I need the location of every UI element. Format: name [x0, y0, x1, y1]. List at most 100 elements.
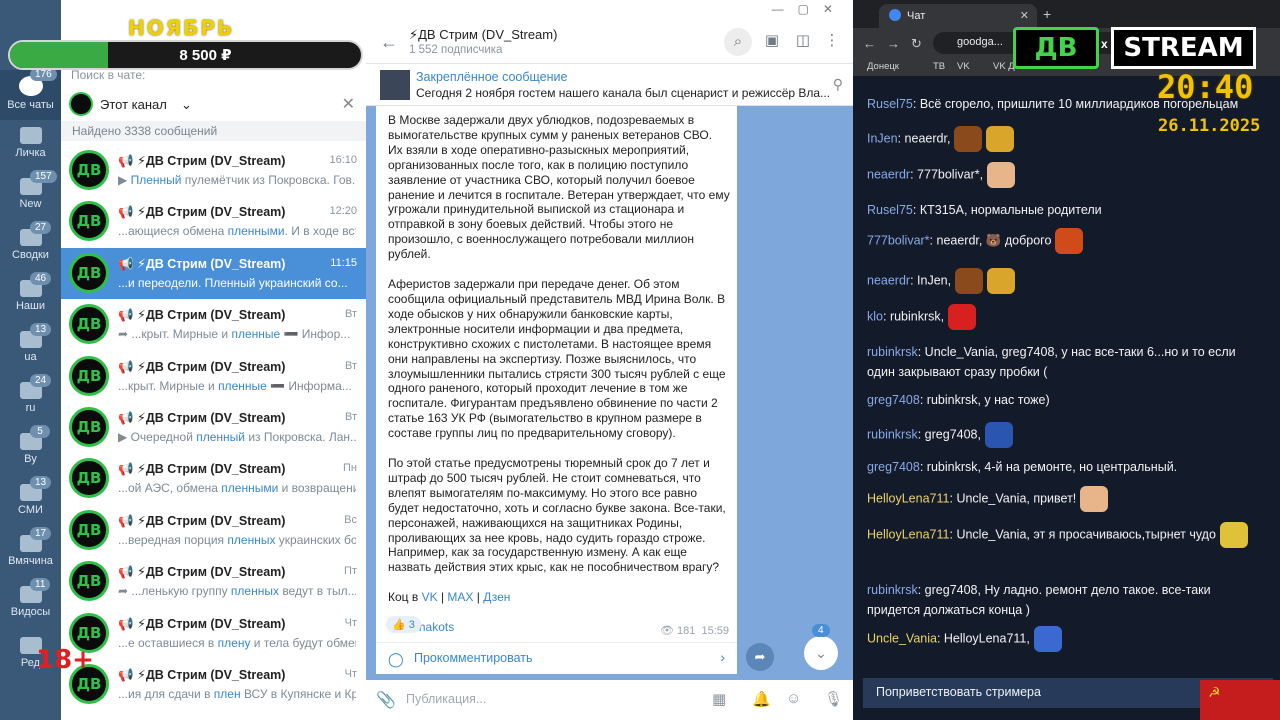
folder-label: New	[19, 198, 42, 210]
sidebar-toggle-icon[interactable]: ◫	[793, 31, 813, 49]
chat-username[interactable]: 777bolivar*	[867, 233, 930, 247]
preview-highlight: пленный	[196, 430, 246, 444]
chat-message: 777bolivar*: neaerdr, 🐻 доброго	[867, 228, 1262, 254]
folder-6[interactable]: 24 ru	[0, 374, 61, 426]
search-result-row[interactable]: ДВ 📢 ⚡ДВ Стрим (DV_Stream) Вс ...вередная п…	[61, 505, 366, 556]
live-stream-icon[interactable]: ▣	[762, 31, 782, 49]
chat-username[interactable]: HelloyLena711	[867, 491, 949, 505]
bell-icon[interactable]: 🔔	[752, 690, 771, 708]
folder-4[interactable]: 46 Наши	[0, 272, 61, 324]
new-tab-icon[interactable]: +	[1043, 6, 1051, 22]
search-result-row[interactable]: ДВ 📢 ⚡ДВ Стрим (DV_Stream) Чт ...е оставшие…	[61, 608, 366, 659]
attach-icon[interactable]: 📎	[376, 690, 396, 710]
pinned-title: Закреплённое сообщение	[416, 70, 568, 84]
chat-username[interactable]: neaerdr	[867, 167, 910, 181]
search-result-row[interactable]: ДВ 📢 ⚡ДВ Стрим (DV_Stream) 16:10 ▶ Пленный …	[61, 145, 366, 196]
chat-username[interactable]: klo	[867, 309, 883, 323]
chat-username[interactable]: greg7408	[867, 393, 920, 407]
views-count: 181	[676, 625, 696, 637]
folder-1[interactable]: Личка	[0, 121, 61, 171]
channel-filter[interactable]: Этот канал ⌄ ✕	[69, 92, 359, 118]
window-controls[interactable]: —▢✕	[772, 2, 847, 16]
logo-x: x	[1101, 37, 1108, 51]
search-result-row[interactable]: ДВ 📢 ⚡ДВ Стрим (DV_Stream) 11:15 ...и перео…	[61, 247, 366, 299]
search-result-row[interactable]: ДВ 📢 ⚡ДВ Стрим (DV_Stream) Пн ...ой АЭС, об…	[61, 453, 366, 504]
forward-icon[interactable]: →	[887, 36, 900, 51]
share-icon[interactable]: ➦	[746, 643, 774, 671]
logo-dv: ДВ	[1013, 27, 1099, 69]
chat-username[interactable]: Uncle_Vania	[867, 631, 937, 645]
stream-clock: 20:40	[1157, 68, 1254, 106]
close-icon[interactable]: ✕	[1020, 9, 1029, 22]
chat-username[interactable]: InJen	[867, 131, 898, 145]
bookmark-3[interactable]: VK Д	[993, 61, 1015, 72]
chat-username[interactable]: Rusel75	[867, 203, 913, 217]
folder-badge: 27	[30, 221, 52, 234]
folder-5[interactable]: 13 ua	[0, 323, 61, 375]
search-result-row[interactable]: ДВ 📢 ⚡ДВ Стрим (DV_Stream) Вт ...крыт. Мирн…	[61, 351, 366, 402]
folder-label: Наши	[15, 300, 46, 312]
preview-text: ...вередная порция	[118, 532, 228, 547]
message-input[interactable]: Публикация...	[406, 692, 486, 706]
result-time: Пн	[343, 462, 357, 475]
preview-text: . И в ходе вст...	[284, 224, 356, 239]
more-menu-icon[interactable]: ⋮	[822, 31, 842, 49]
pinned-message[interactable]: Закреплённое сообщение Сегодня 2 ноября …	[366, 64, 853, 106]
chat-username[interactable]: neaerdr	[867, 273, 910, 287]
chat-search-label[interactable]: Поиск в чате:	[71, 68, 145, 82]
comment-button[interactable]: ◯ Прокомментировать ›	[376, 642, 737, 674]
chat-emote-icon	[1033, 626, 1062, 652]
emoji-icon[interactable]: ☺	[786, 690, 801, 707]
folder-9[interactable]: 17 Вмячина	[0, 527, 61, 579]
folder-10[interactable]: 11 Видосы	[0, 578, 61, 630]
bookmark-2[interactable]: VK	[957, 61, 970, 72]
search-result-row[interactable]: ДВ 📢 ⚡ДВ Стрим (DV_Stream) Вт ▶ Очередной п…	[61, 402, 366, 453]
channel-title[interactable]: ⚡ДВ Стрим (DV_Stream)	[409, 27, 557, 43]
chat-username[interactable]: rubinkrsk	[867, 583, 918, 597]
folder-3[interactable]: 27 Сводки	[0, 221, 61, 273]
pinned-text: Сегодня 2 ноября гостем нашего канала бы…	[416, 86, 831, 100]
bookmark-0[interactable]: Донецк	[867, 61, 899, 72]
folder-badge: 11	[30, 578, 51, 591]
folder-icon	[19, 127, 42, 144]
chat-username[interactable]: Rusel75	[867, 97, 913, 111]
back-arrow-icon[interactable]: ←	[380, 32, 398, 53]
link-dzen[interactable]: Дзен	[483, 590, 510, 604]
chat-username[interactable]: greg7408	[867, 460, 920, 474]
reaction-like[interactable]: 👍 3	[386, 616, 421, 633]
folder-7[interactable]: 5 By	[0, 425, 61, 477]
search-icon[interactable]: ⌕	[724, 28, 752, 56]
microphone-icon[interactable]: 🎙	[824, 690, 843, 708]
search-result-row[interactable]: ДВ 📢 ⚡ДВ Стрим (DV_Stream) 12:20 ...ающиеся…	[61, 196, 366, 247]
preview-text: пулемётчик из Покровска. Гов...	[181, 173, 356, 187]
chat-text: neaerdr, 🐻 доброго	[936, 233, 1052, 248]
chat-username[interactable]: HelloyLena711	[867, 527, 949, 541]
folder-8[interactable]: 13 СМИ	[0, 476, 61, 528]
folder-label: By	[24, 453, 37, 465]
pin-list-icon[interactable]: ⚲	[833, 76, 843, 93]
chat-emote-icon	[1080, 486, 1109, 512]
result-preview: ...ающиеся обмена пленными. И в ходе вст…	[118, 224, 356, 238]
folder-label: ua	[24, 351, 37, 363]
search-result-row[interactable]: ДВ 📢 ⚡ДВ Стрим (DV_Stream) Вт ➦ ...крыт. Ми…	[61, 299, 366, 350]
bookmark-1[interactable]: ТВ	[933, 61, 945, 72]
chat-message: rubinkrsk: greg7408,	[867, 422, 1262, 448]
google-icon	[889, 9, 901, 21]
reload-icon[interactable]: ↻	[911, 36, 922, 52]
chat-message: Uncle_Vania: HelloyLena711,	[867, 626, 1262, 652]
search-result-row[interactable]: ДВ 📢 ⚡ДВ Стрим (DV_Stream) Пт ➦ ...ленькую …	[61, 556, 366, 607]
schedule-icon[interactable]: ▦	[712, 690, 726, 708]
chat-username[interactable]: rubinkrsk	[867, 345, 918, 359]
folder-2[interactable]: 157 New	[0, 170, 61, 222]
link-vk[interactable]: VK	[422, 590, 438, 604]
chat-username[interactable]: rubinkrsk	[867, 427, 918, 441]
result-preview: ...ия для сдачи в плен ВСУ в Купянске и …	[118, 687, 356, 701]
search-result-row[interactable]: ДВ 📢 ⚡ДВ Стрим (DV_Stream) Чт ...ия для сда…	[61, 659, 366, 710]
back-icon[interactable]: ←	[863, 36, 876, 51]
link-max[interactable]: MAX	[447, 590, 473, 604]
folder-0[interactable]: 176 Все чаты	[0, 68, 61, 120]
close-icon[interactable]: ✕	[342, 94, 355, 114]
scroll-down-button[interactable]: ⌄	[804, 636, 838, 670]
tab-chat[interactable]: Чат ✕	[879, 4, 1037, 28]
preview-text: ...ающиеся обмена	[118, 224, 228, 239]
